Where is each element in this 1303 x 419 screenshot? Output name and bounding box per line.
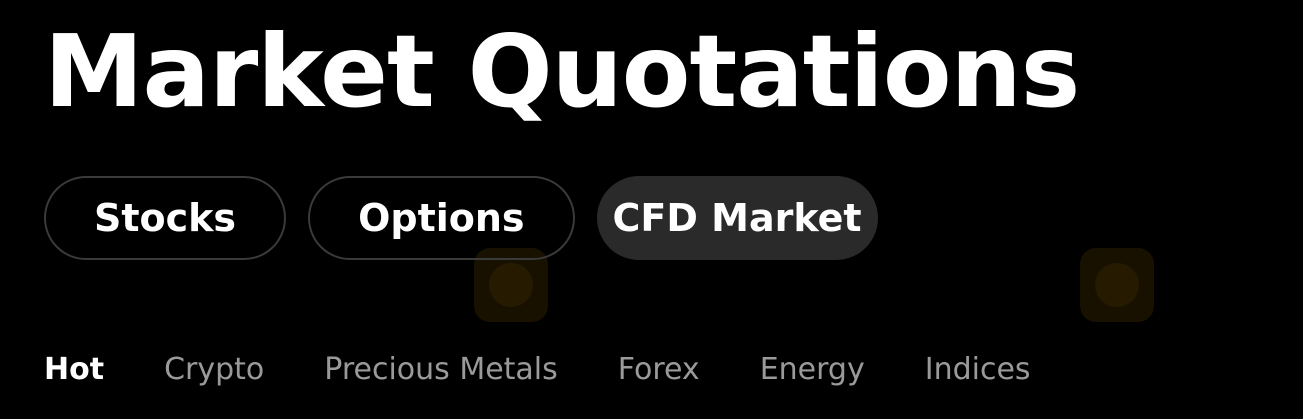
category-tab-forex[interactable]: Forex — [618, 350, 700, 390]
category-tab-hot[interactable]: Hot — [44, 350, 104, 390]
category-tab-indices[interactable]: Indices — [925, 350, 1031, 390]
watermark-logo-shape — [1095, 263, 1139, 307]
category-tab-energy[interactable]: Energy — [760, 350, 865, 390]
tab-cfd-market[interactable]: CFD Market — [596, 176, 878, 260]
watermark-logo-icon — [1080, 248, 1154, 322]
tab-stocks[interactable]: Stocks — [44, 176, 287, 260]
tab-options[interactable]: Options — [308, 176, 575, 260]
category-tab-precious-metals[interactable]: Precious Metals — [324, 350, 558, 390]
category-tabs: Hot Crypto Precious Metals Forex Energy … — [44, 350, 1031, 390]
watermark-logo-shape — [489, 263, 533, 307]
category-tab-crypto[interactable]: Crypto — [164, 350, 264, 390]
page-title: Market Quotations — [44, 13, 1080, 130]
market-type-tabs: Stocks Options CFD Market — [44, 176, 878, 260]
